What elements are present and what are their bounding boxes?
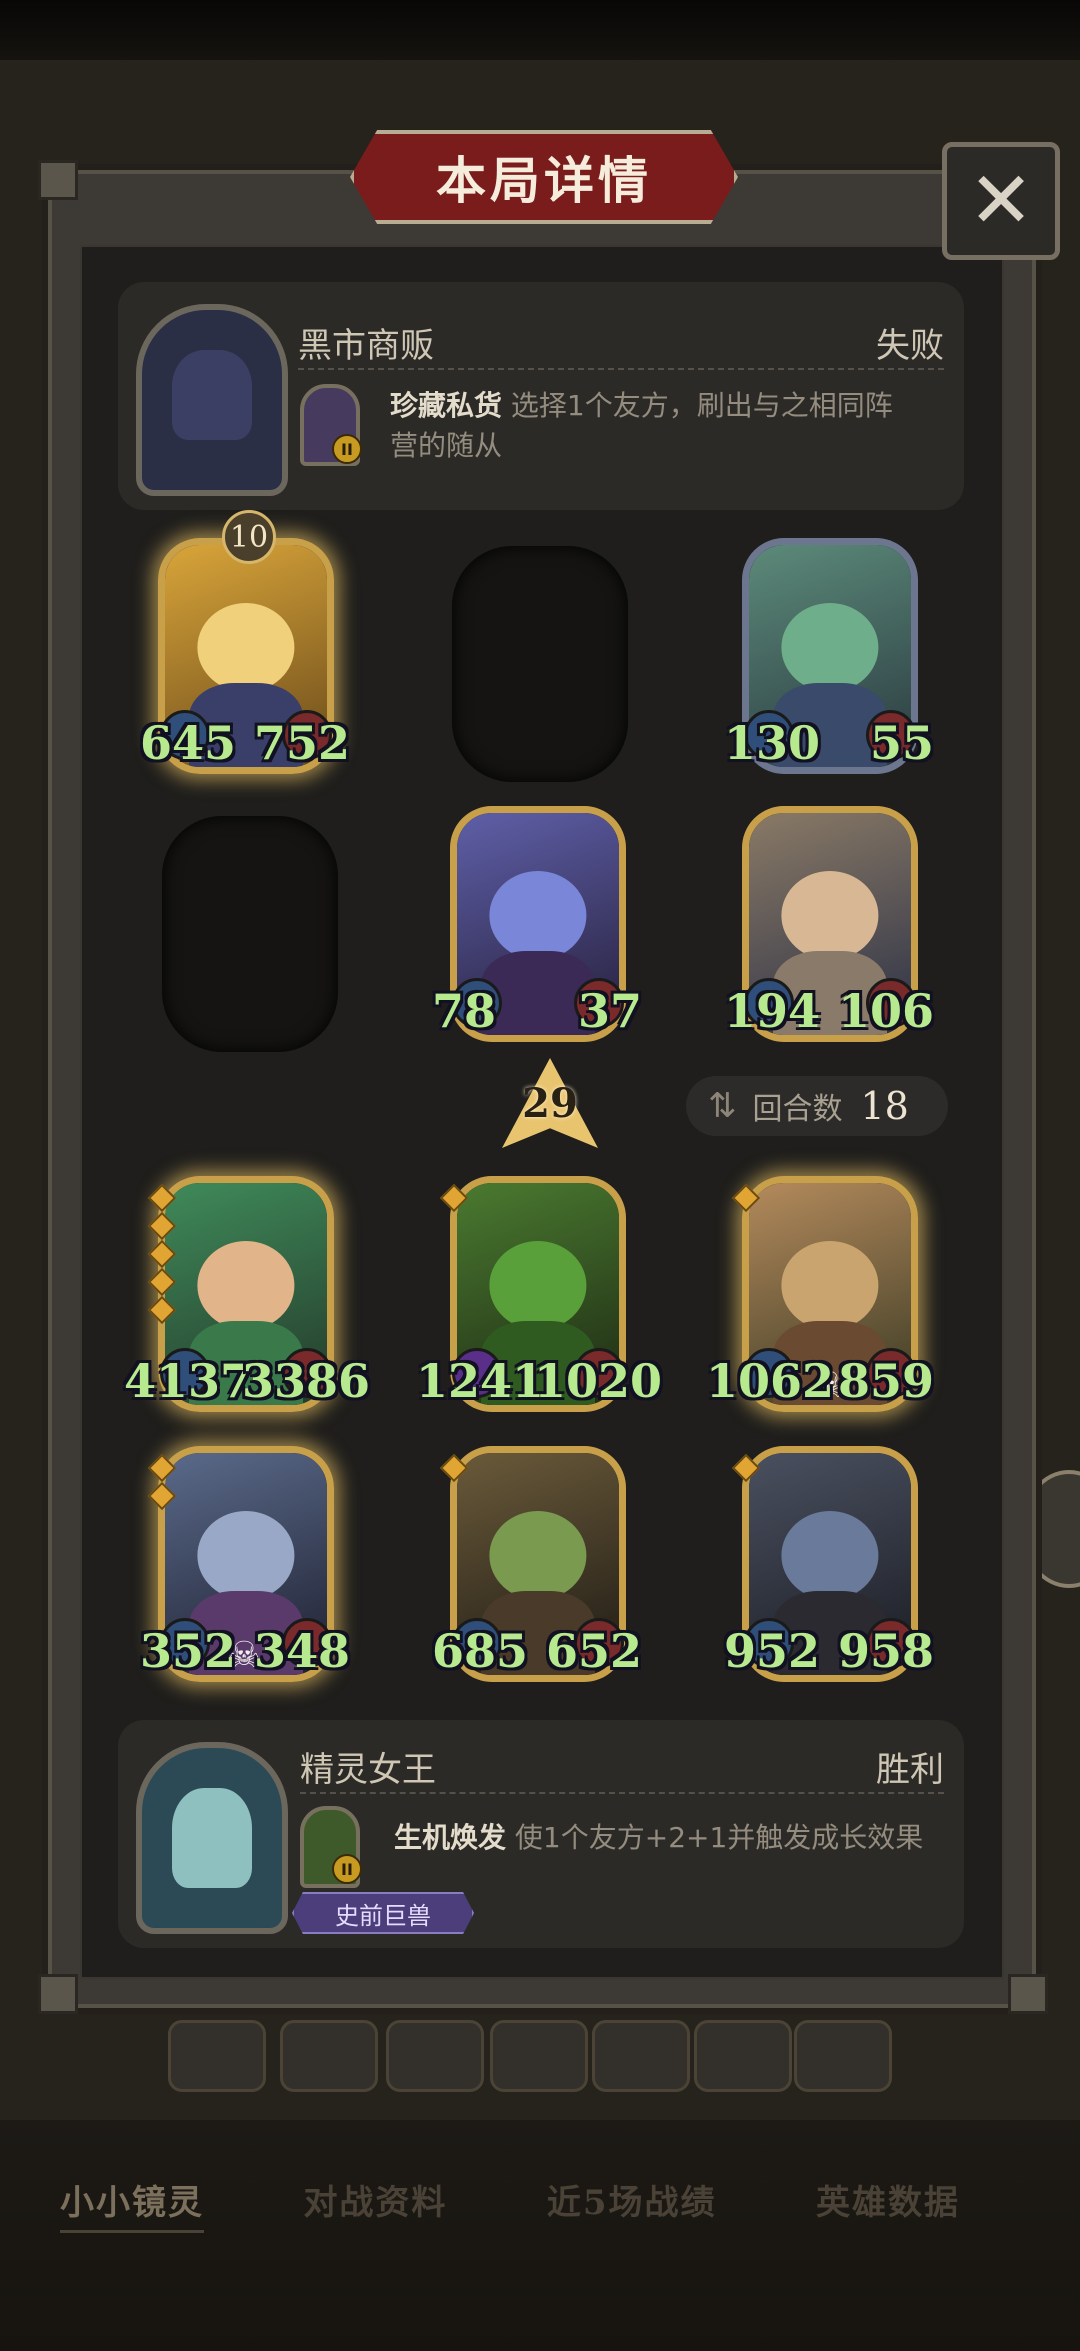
minion-card[interactable]: 10 645 752: [140, 510, 350, 774]
player-result: 胜利: [876, 1750, 944, 1790]
opponent-result: 失败: [876, 326, 944, 366]
player-skill: 生机焕发 使1个友方+2+1并触发成长效果: [394, 1818, 954, 1858]
card-art-head: [781, 1240, 879, 1330]
attack-value: 1062: [706, 1354, 835, 1408]
health-value: 37: [577, 984, 642, 1038]
skill-desc: 选择1个友方，刷出与之相同阵: [510, 389, 893, 422]
skill-name: 生机焕发: [394, 1821, 507, 1854]
trinket-level-badge: II: [332, 434, 362, 464]
minion-card[interactable]: ☠ 1062 859: [706, 1176, 934, 1412]
round-value: 18: [860, 1084, 909, 1128]
trinket-level-badge: II: [332, 1854, 362, 1884]
health-value: 859: [837, 1354, 934, 1408]
player-info-box: 精灵女王 胜利 II 生机焕发 使1个友方+2+1并触发成长效果: [118, 1720, 964, 1948]
avatar-art: [172, 350, 252, 440]
divider: [298, 368, 944, 370]
upgrade-gems: [439, 1180, 469, 1216]
attack-value: 352: [140, 1624, 237, 1678]
bottom-tab-bar: [0, 2120, 1080, 2351]
minion-card[interactable]: 1241 1020: [416, 1176, 662, 1412]
card-art-head: [197, 1240, 295, 1330]
upgrade-gems: [147, 1450, 177, 1514]
skill-desc-line2: 营的随从: [390, 429, 503, 462]
card-art-head: [489, 1510, 587, 1600]
dialog-title-banner: 本局详情: [350, 130, 738, 224]
panel-corner: [38, 160, 78, 200]
background-card-thumb: [794, 2020, 892, 2092]
close-button[interactable]: ✕: [942, 142, 1060, 260]
panel-corner: [1008, 1974, 1048, 2014]
attack-value: 4137: [124, 1354, 253, 1408]
card-art-head: [489, 870, 587, 960]
attack-value: 1241: [416, 1354, 545, 1408]
bottom-tabs: 小小镜灵 对战资料 近5场战绩 英雄数据: [60, 2175, 960, 2233]
attack-value: 78: [432, 984, 497, 1038]
round-label: 回合数: [752, 1092, 843, 1127]
opponent-hero-avatar[interactable]: [136, 304, 288, 496]
opponent-info-box: 黑市商贩 失败 II 珍藏私货 选择1个友方，刷出与之相同阵 营的随从: [118, 282, 964, 510]
background-card-thumb: [694, 2020, 792, 2092]
health-value: 3386: [241, 1354, 370, 1408]
background-card-thumb: [168, 2020, 266, 2092]
close-icon: ✕: [968, 156, 1034, 246]
empty-board-slot: [452, 546, 628, 782]
background-card-thumb: [592, 2020, 690, 2092]
upgrade-gems: [147, 1180, 177, 1328]
card-art-head: [781, 870, 879, 960]
tab-mini-mirror[interactable]: 小小镜灵: [60, 2175, 204, 2233]
background-card-thumb: [490, 2020, 588, 2092]
attack-value: 130: [724, 716, 821, 770]
health-value: 958: [837, 1624, 934, 1678]
dialog-title: 本局详情: [436, 151, 652, 210]
player-name: 精灵女王: [300, 1750, 436, 1790]
upgrade-gems: [439, 1450, 469, 1486]
background-card-thumb: [386, 2020, 484, 2092]
panel-corner: [38, 1974, 78, 2014]
minion-card[interactable]: 4137 3386: [124, 1176, 370, 1412]
round-swap-icon: ⇅: [708, 1086, 737, 1126]
empty-board-slot: [162, 816, 338, 1052]
attack-value: 685: [432, 1624, 529, 1678]
avatar-art: [172, 1788, 252, 1888]
tribe-tag: 史前巨兽: [292, 1892, 474, 1934]
health-value: 652: [545, 1624, 642, 1678]
attack-value: 952: [724, 1624, 821, 1678]
tab-recent-matches[interactable]: 近5场战绩: [547, 2175, 717, 2233]
upgrade-gems: [731, 1180, 761, 1216]
tier-badge: 10: [222, 510, 276, 564]
health-value: 1020: [533, 1354, 662, 1408]
attack-value: 645: [140, 716, 237, 770]
skill-desc: 使1个友方+2+1并触发成长效果: [514, 1821, 924, 1854]
opponent-name: 黑市商贩: [298, 326, 434, 366]
tavern-level: 29: [522, 1080, 578, 1127]
attack-value: 194: [724, 984, 821, 1038]
background-card-thumb: [280, 2020, 378, 2092]
divider: [300, 1792, 944, 1794]
minion-card[interactable]: 130 55: [724, 538, 934, 774]
minion-card[interactable]: 194 106: [724, 806, 934, 1042]
tab-battle-info[interactable]: 对战资料: [303, 2175, 447, 2233]
card-art-head: [781, 1510, 879, 1600]
card-art-head: [489, 1240, 587, 1330]
health-value: 106: [837, 984, 934, 1038]
card-art-head: [197, 602, 295, 692]
minion-card[interactable]: 685 652: [432, 1446, 642, 1682]
card-art-head: [197, 1510, 295, 1600]
card-art-head: [781, 602, 879, 692]
tab-hero-stats[interactable]: 英雄数据: [816, 2175, 960, 2233]
health-value: 752: [253, 716, 350, 770]
opponent-skill: 珍藏私货 选择1个友方，刷出与之相同阵 营的随从: [390, 386, 950, 466]
player-hero-avatar[interactable]: [136, 1742, 288, 1934]
minion-card[interactable]: 952 958: [724, 1446, 934, 1682]
upgrade-gems: [731, 1450, 761, 1486]
health-value: 348: [253, 1624, 350, 1678]
minion-card[interactable]: 78 37: [432, 806, 642, 1042]
minion-card[interactable]: ☠ 352 348: [140, 1446, 350, 1682]
health-value: 55: [869, 716, 934, 770]
round-counter: ⇅ 回合数 18: [686, 1076, 948, 1136]
skill-name: 珍藏私货: [390, 389, 503, 422]
